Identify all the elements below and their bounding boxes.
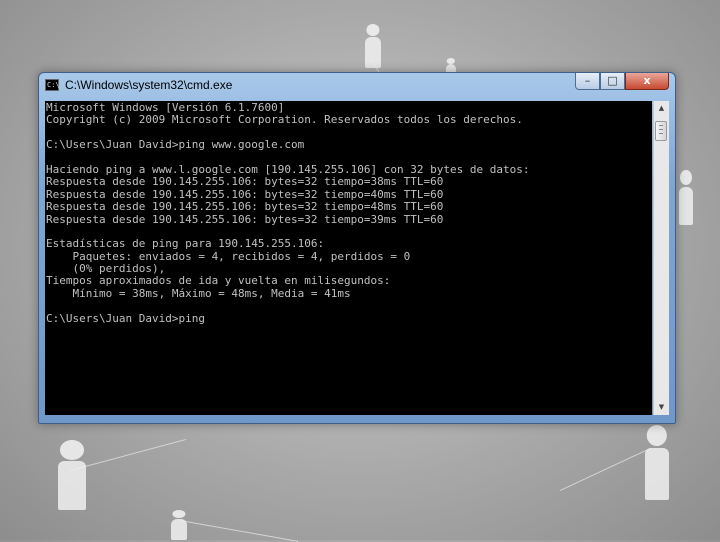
minimize-button[interactable]: – <box>575 73 600 90</box>
console-line: Mínimo = 38ms, Máximo = 48ms, Media = 41… <box>46 286 351 300</box>
network-line <box>560 447 652 491</box>
maximize-button[interactable]: □ <box>600 73 625 90</box>
person-figure <box>52 440 92 510</box>
cmd-window: C:\ C:\Windows\system32\cmd.exe – □ x Mi… <box>38 72 676 424</box>
person-figure <box>168 510 190 540</box>
console-line: Estadísticas de ping para 190.145.255.10… <box>46 237 325 251</box>
console-line: Copyright (c) 2009 Microsoft Corporation… <box>46 113 523 127</box>
console-line: C:\Users\Juan David>ping www.google.com <box>46 138 305 152</box>
console-text: Microsoft Windows [Versión 6.1.7600] Copy… <box>46 101 529 325</box>
console-line: Respuesta desde 190.145.255.106: bytes=3… <box>46 175 444 189</box>
cmd-icon[interactable]: C:\ <box>45 79 60 91</box>
console-line: Respuesta desde 190.145.255.106: bytes=3… <box>46 212 444 226</box>
person-figure <box>640 425 674 500</box>
console-line: C:\Users\Juan David>ping <box>46 311 205 325</box>
close-button[interactable]: x <box>625 73 669 90</box>
window-title: C:\Windows\system32\cmd.exe <box>65 78 233 92</box>
scroll-up-arrow-icon[interactable]: ▲ <box>654 101 669 116</box>
scroll-down-arrow-icon[interactable]: ▼ <box>654 400 669 415</box>
network-line <box>179 520 299 542</box>
console-line: Respuesta desde 190.145.255.106: bytes=3… <box>46 200 444 214</box>
person-figure <box>676 170 696 225</box>
console-line: Tiempos aproximados de ida y vuelta en m… <box>46 274 391 288</box>
person-figure <box>362 24 384 68</box>
window-controls: – □ x <box>575 73 669 91</box>
vertical-scrollbar[interactable]: ▲ ▼ <box>653 101 669 415</box>
console-output[interactable]: Microsoft Windows [Versión 6.1.7600] Copy… <box>45 101 652 415</box>
title-bar[interactable]: C:\ C:\Windows\system32\cmd.exe – □ x <box>39 73 675 99</box>
scroll-thumb[interactable] <box>655 121 667 141</box>
